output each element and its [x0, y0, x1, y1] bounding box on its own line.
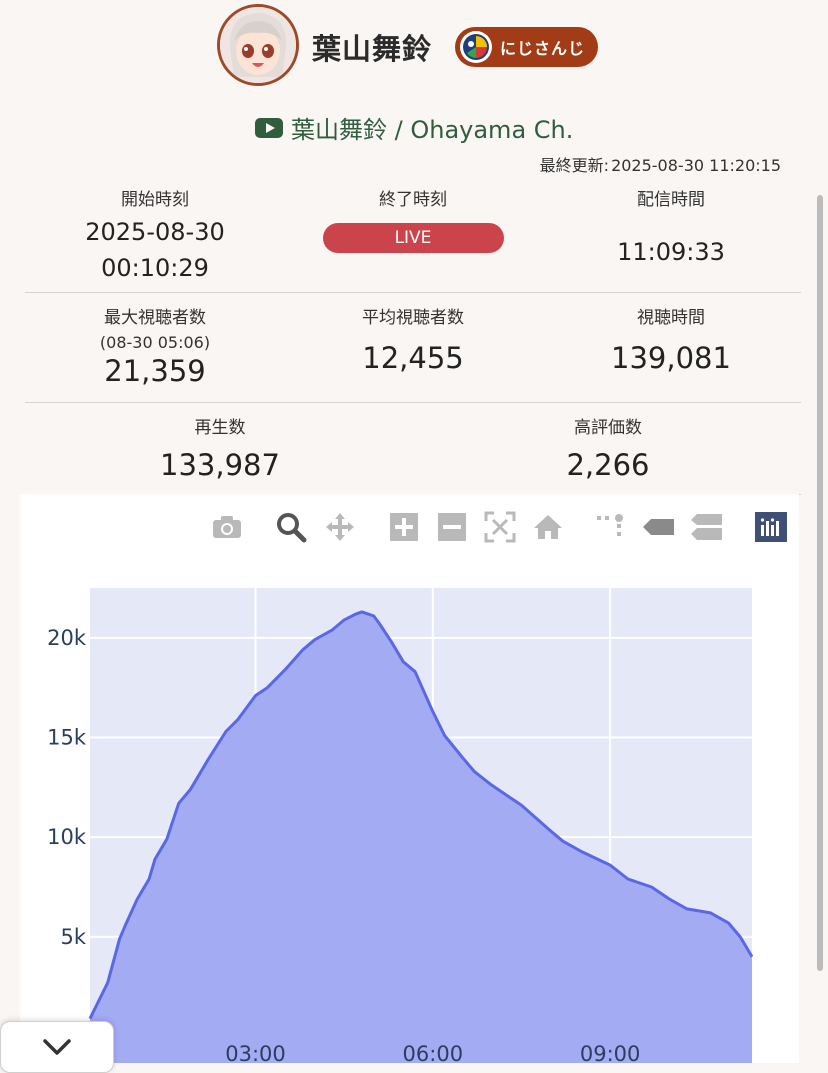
chevron-down-icon: [43, 1039, 71, 1055]
page-scrollbar[interactable]: [817, 195, 823, 971]
y-tick-label: 5k: [60, 925, 86, 949]
x-tick-label: 06:00: [403, 1042, 464, 1063]
x-tick-label: 03:00: [225, 1042, 286, 1063]
viewer-chart[interactable]: 5k 10k 15k 20k 03:00 06:00 09:00: [0, 0, 828, 1063]
x-tick-label: 09:00: [580, 1042, 641, 1063]
y-tick-label: 20k: [47, 626, 87, 650]
y-tick-label: 10k: [47, 825, 87, 849]
y-tick-label: 15k: [47, 726, 87, 750]
scroll-down-button[interactable]: [0, 1021, 114, 1073]
